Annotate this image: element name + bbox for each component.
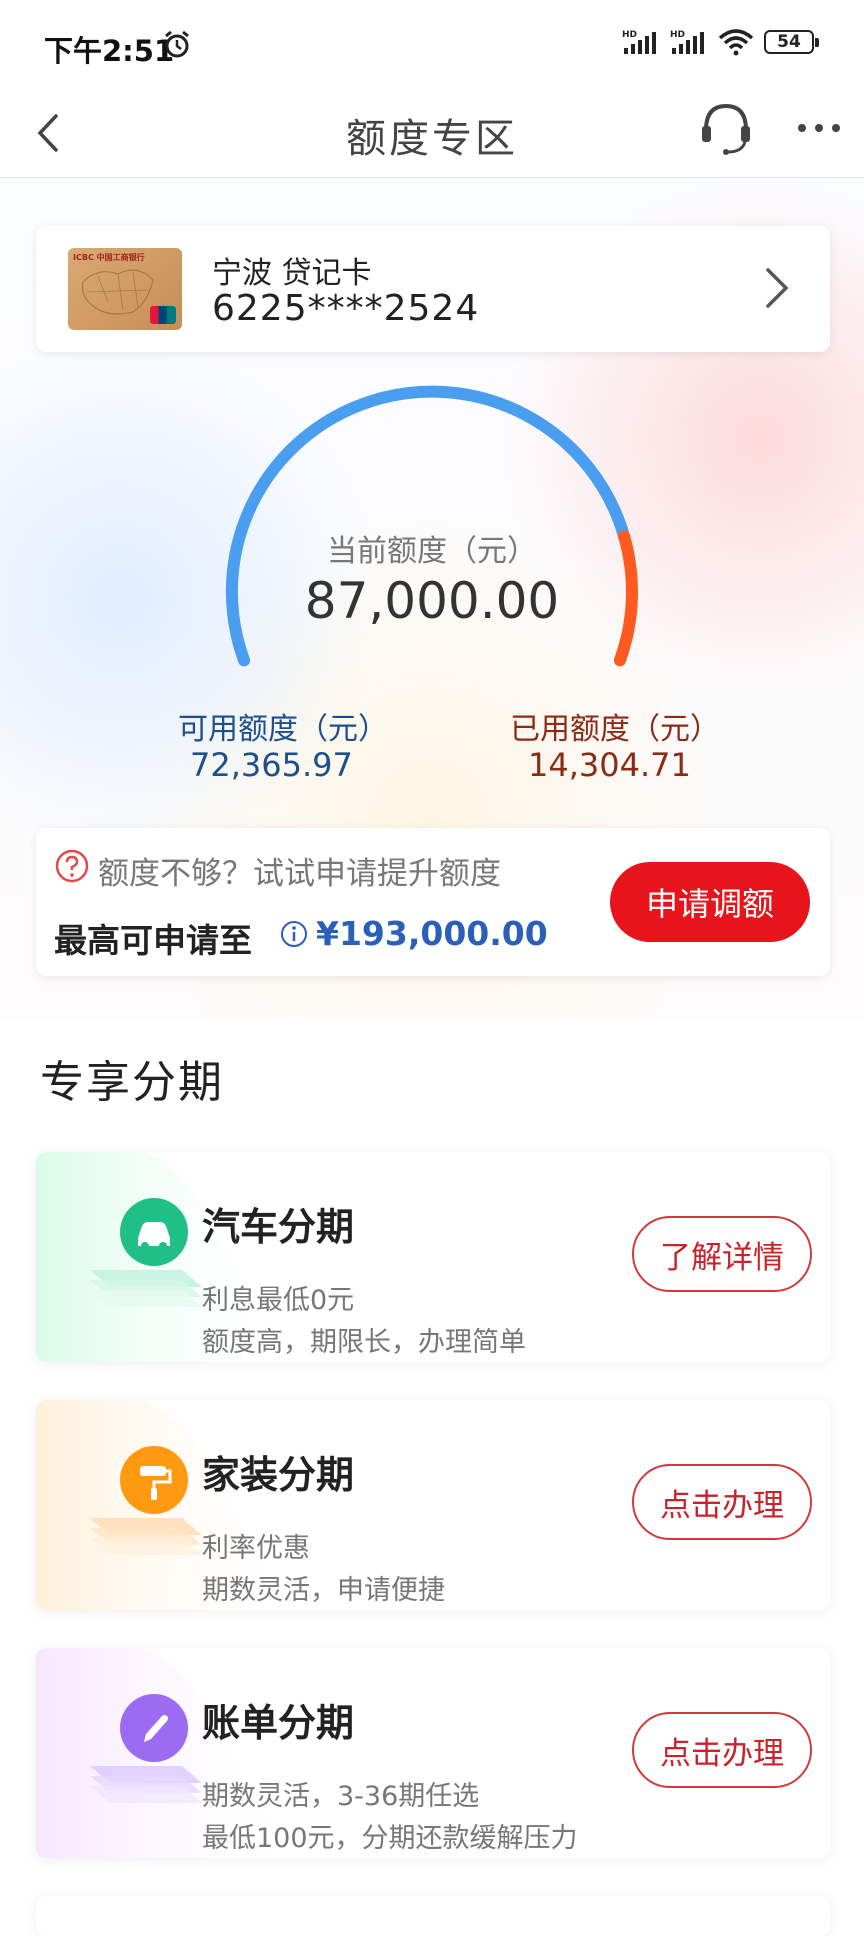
card-selector[interactable]: ICBC 中国工商银行 宁波 贷记卡 6225****2524: [36, 226, 830, 352]
customer-service-icon[interactable]: [698, 100, 754, 156]
promo-card-home-decor[interactable]: 家装分期 利率优惠 期数灵活，申请便捷 点击办理: [36, 1400, 830, 1610]
svg-text:HD: HD: [622, 30, 637, 40]
promo-subtitle: 利息最低0元: [202, 1285, 355, 1316]
card-number: 6225****2524: [212, 288, 480, 329]
car-icon: [90, 1198, 202, 1307]
current-limit-value: 87,000.00: [304, 572, 560, 630]
promo-title: 汽车分期: [202, 1205, 355, 1249]
promo-subtitle: 利率优惠: [202, 1533, 310, 1564]
current-limit-label: 当前额度（元）: [327, 534, 537, 569]
more-options-icon[interactable]: [796, 118, 842, 138]
apply-now-button[interactable]: 点击办理: [632, 1464, 812, 1540]
promo-subtitle: 期数灵活，3-36期任选: [202, 1781, 480, 1812]
learn-more-button[interactable]: 了解详情: [632, 1216, 812, 1292]
promo-description: 期数灵活，申请便捷: [202, 1575, 445, 1606]
wifi-icon: [718, 29, 754, 56]
card-name: 宁波 贷记卡: [212, 256, 372, 291]
promo-card-next[interactable]: [36, 1896, 830, 1936]
promo-card-car[interactable]: 汽车分期 利息最低0元 额度高，期限长，办理简单 了解详情: [36, 1152, 830, 1362]
question-icon: [55, 849, 89, 883]
used-limit-value: 14,304.71: [528, 746, 691, 784]
max-limit-label: 最高可申请至: [54, 921, 252, 960]
raise-limit-card: 额度不够？试试申请提升额度 最高可申请至 ¥193,000.00 申请调额: [36, 828, 830, 976]
battery-indicator: 54: [764, 30, 819, 54]
promo-card-bill[interactable]: 账单分期 期数灵活，3-36期任选 最低100元，分期还款缓解压力 点击办理: [36, 1648, 830, 1858]
signal-hd-icon: HD: [670, 30, 704, 54]
nav-bar: 额度专区: [0, 90, 864, 178]
info-icon[interactable]: [280, 920, 308, 948]
used-limit-label: 已用额度（元）: [510, 712, 720, 747]
available-limit-label: 可用额度（元）: [178, 712, 388, 747]
unionpay-logo: [150, 306, 176, 324]
chevron-right-icon: [766, 268, 789, 308]
alarm-icon: [165, 30, 189, 58]
max-limit-value: ¥193,000.00: [316, 914, 548, 953]
pen-icon: [90, 1694, 202, 1803]
promo-title: 账单分期: [202, 1701, 355, 1745]
apply-raise-button[interactable]: 申请调额: [610, 862, 810, 942]
map-graphic-icon: [81, 269, 154, 315]
raise-limit-hint: 额度不够？试试申请提升额度: [98, 856, 501, 892]
status-time: 下午2:51: [44, 34, 175, 68]
promo-description: 最低100元，分期还款缓解压力: [202, 1823, 578, 1854]
section-title: 专享分期: [40, 1057, 224, 1108]
status-bar: 下午2:51 HD HD 54: [0, 0, 864, 90]
apply-now-button[interactable]: 点击办理: [632, 1712, 812, 1788]
svg-text:HD: HD: [670, 30, 685, 40]
paint-roller-icon: [90, 1446, 202, 1555]
signal-hd-icon: HD: [622, 30, 656, 54]
card-image: ICBC 中国工商银行: [68, 248, 182, 330]
available-limit-value: 72,365.97: [190, 746, 353, 784]
promo-title: 家装分期: [202, 1453, 355, 1497]
promo-description: 额度高，期限长，办理简单: [202, 1327, 526, 1358]
battery-level: 54: [777, 32, 801, 52]
